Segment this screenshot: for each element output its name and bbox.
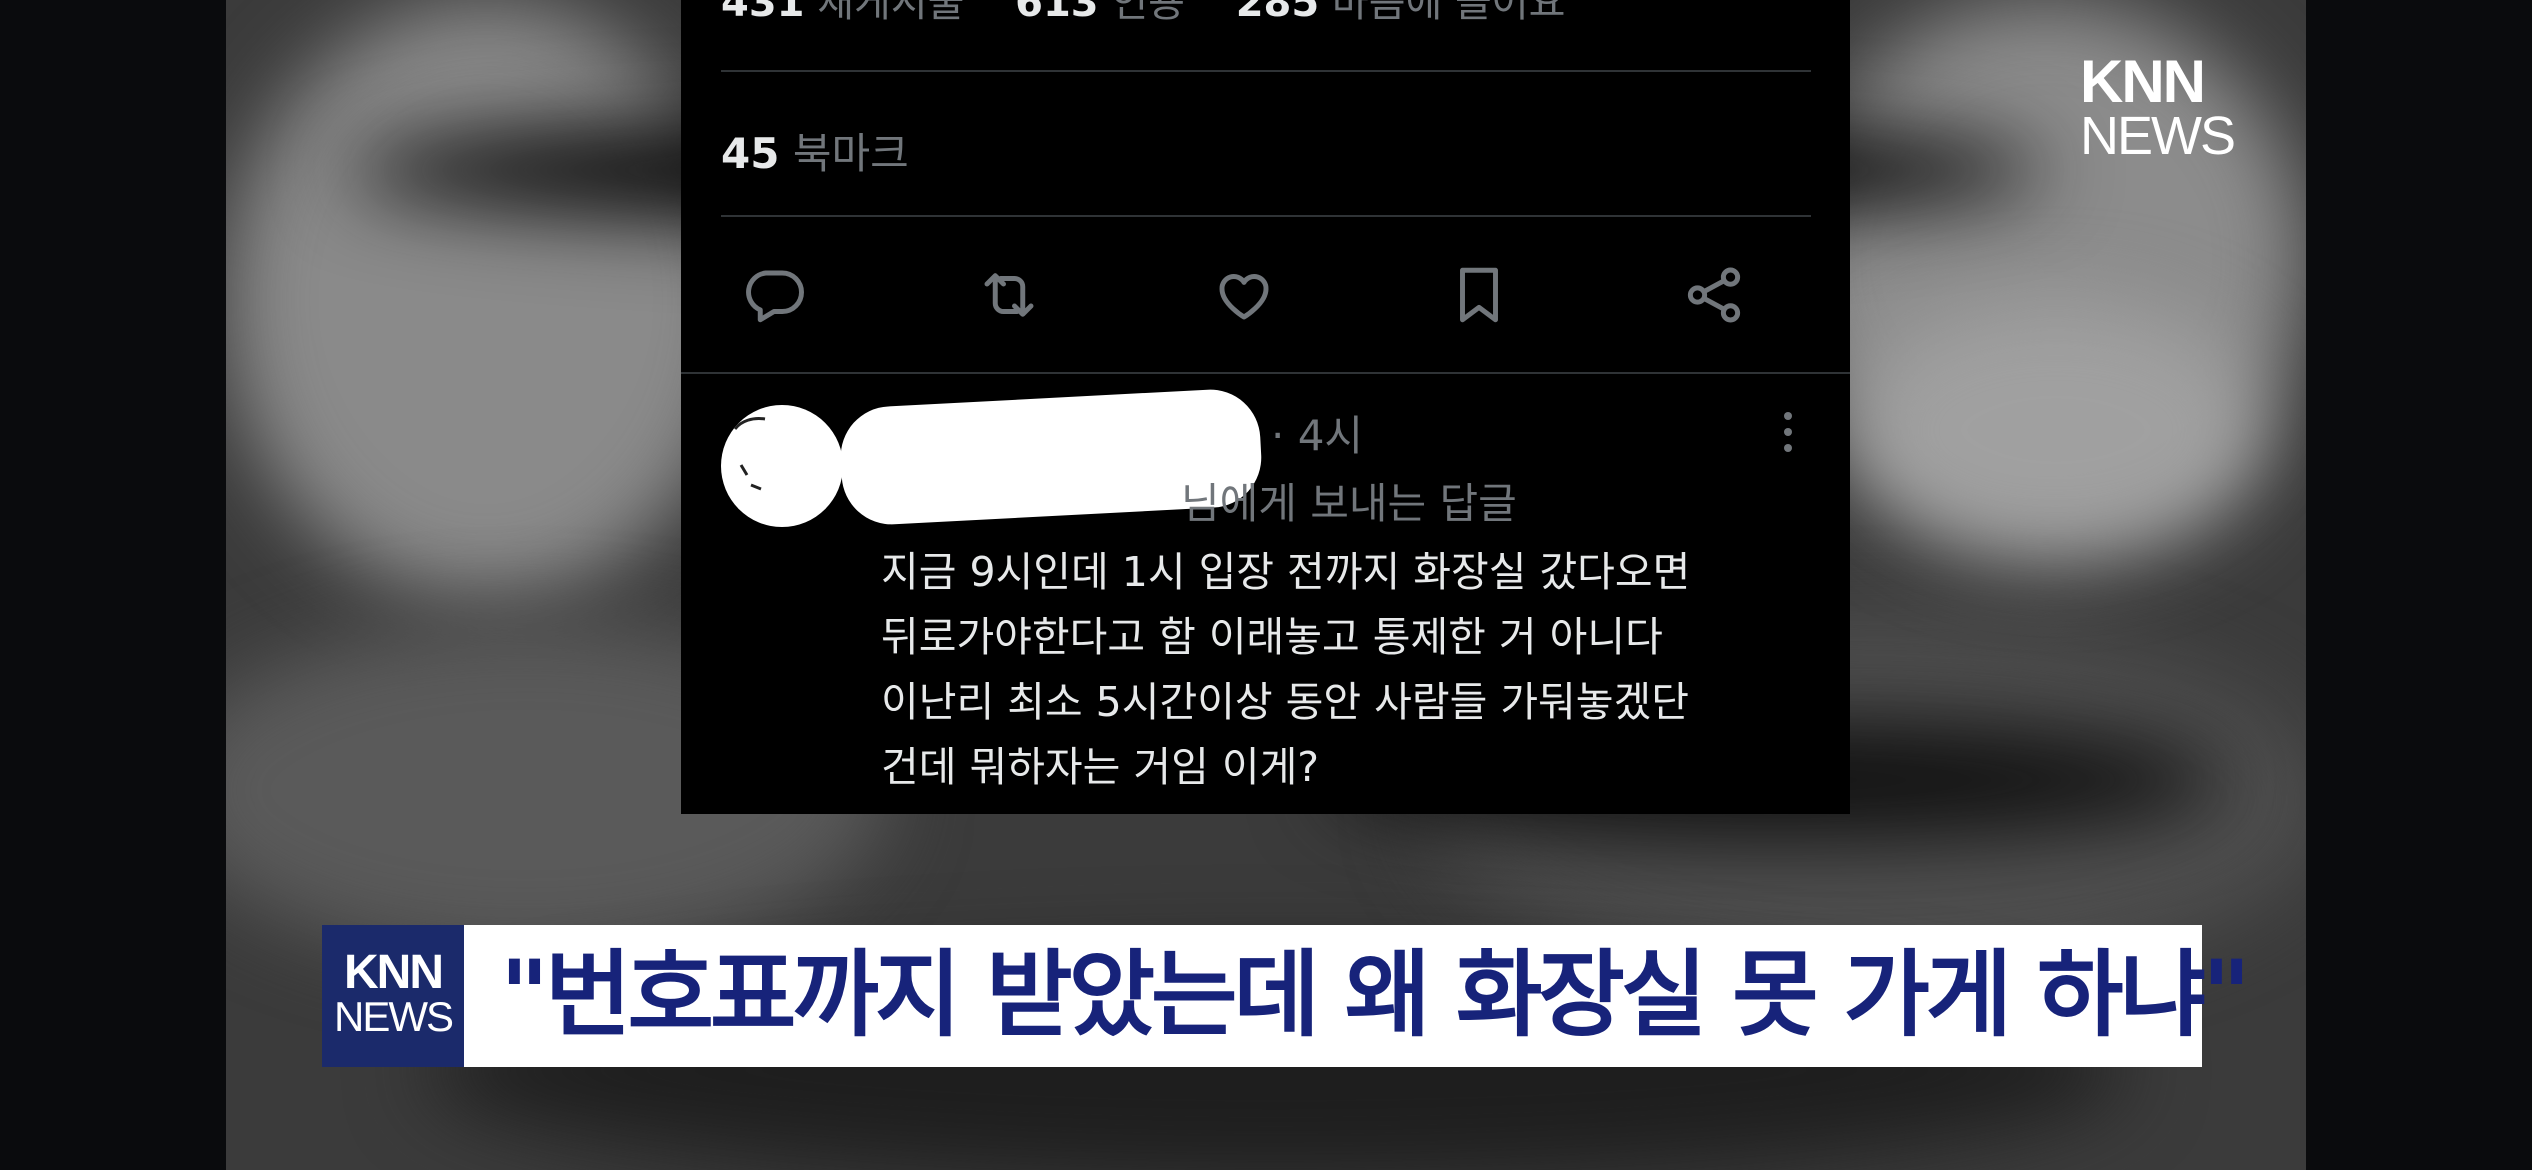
lower-logo-news-text: NEWS	[334, 993, 454, 1040]
reply-line: 지금 9시인데 1시 입장 전까지 화장실 갔다오면	[881, 548, 1691, 596]
likes-count: 285	[1235, 0, 1320, 26]
bookmarks-count: 45	[721, 129, 780, 178]
more-options-icon[interactable]	[1781, 410, 1795, 454]
bookmark-icon[interactable]	[1446, 262, 1512, 328]
avatar[interactable]	[721, 405, 843, 527]
like-icon[interactable]	[1211, 262, 1277, 328]
tweet-actions	[741, 262, 1801, 328]
logo-news-text: NEWS	[2080, 106, 2236, 166]
retweet-icon[interactable]	[976, 262, 1042, 328]
reposts-label: 재게시물	[817, 0, 965, 26]
reply-timestamp: · 4시	[1271, 411, 1364, 460]
reply-line: 이난리 최소 5시간이상 동안 사람들 가둬놓겠단	[881, 678, 1689, 726]
news-headline: "번호표까지 받았는데 왜 화장실 못 가게 하냐"	[500, 941, 2251, 1050]
divider	[681, 372, 1850, 374]
reply-icon[interactable]	[741, 262, 807, 328]
reply-body: 지금 9시인데 1시 입장 전까지 화장실 갔다오면 뒤로가야한다고 함 이래놓…	[881, 540, 1811, 800]
bookmarks-stat[interactable]: 45 북마크	[721, 120, 909, 181]
lower-third-logo: KNN NEWS	[322, 925, 464, 1067]
divider	[721, 70, 1811, 72]
knn-news-logo: KNN NEWS	[2080, 48, 2236, 166]
reply-line: 건데 뭐하자는 거임 이게?	[881, 743, 1320, 791]
engagement-stats: 431 재게시물 613 인용 285 마음에 들어요	[721, 0, 1565, 28]
reply-to-label: 님에게 보내는 답글	[1181, 479, 1517, 528]
divider	[721, 215, 1811, 217]
quotes-label: 인용	[1111, 0, 1185, 26]
news-lower-third: KNN NEWS "번호표까지 받았는데 왜 화장실 못 가게 하냐"	[322, 925, 2251, 1067]
logo-knn-text: KNN	[2080, 48, 2206, 115]
tweet-card: 431 재게시물 613 인용 285 마음에 들어요 45 북마크 · 4시 …	[681, 0, 1850, 814]
lower-logo-knn-text: KNN	[344, 946, 444, 999]
reposts-count: 431	[721, 0, 805, 26]
likes-label: 마음에 들어요	[1331, 0, 1566, 26]
reply-line: 뒤로가야한다고 함 이래놓고 통제한 거 아니다	[881, 613, 1663, 661]
share-icon[interactable]	[1681, 262, 1747, 328]
bookmarks-label: 북마크	[792, 129, 909, 178]
quotes-count: 613	[1015, 0, 1099, 26]
